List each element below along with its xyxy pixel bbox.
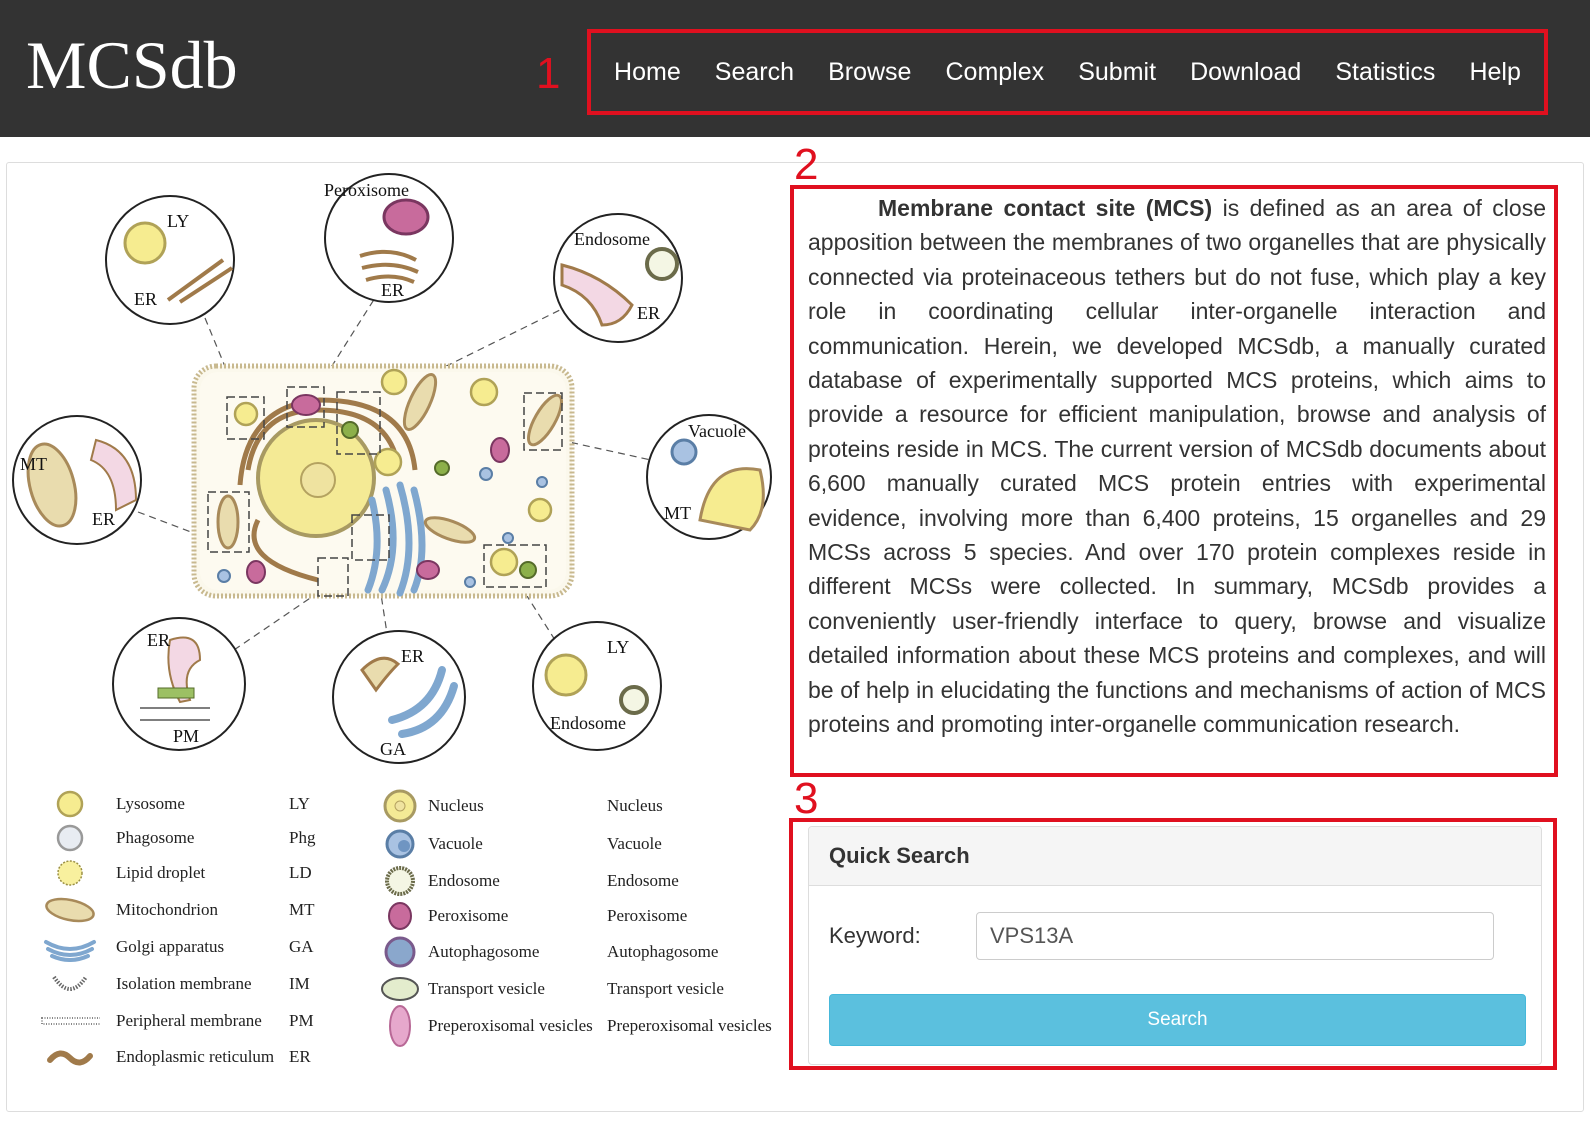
diagram-label-er-en: ER [637, 303, 660, 323]
diagram-label-ga: GA [380, 739, 406, 759]
intro-paragraph: Membrane contact site (MCS) is defined a… [808, 191, 1546, 742]
legend-row: Preperoxisomal vesicles Preperoxisomal v… [370, 1005, 790, 1047]
quick-search-title: Quick Search [809, 827, 1541, 886]
legend-row: Transport vesicle Transport vesicle [370, 972, 790, 1006]
legend-row: Peroxisome Peroxisome [370, 899, 790, 933]
legend-row: Phagosome Phg [30, 821, 360, 855]
site-logo[interactable]: MCSdb [26, 26, 238, 105]
annotation-1: 1 [536, 49, 561, 98]
main-nav: Home Search Browse Complex Submit Downlo… [591, 33, 1544, 111]
preperoxisomal-vesicle-icon [370, 1004, 430, 1048]
transport-vesicle-icon [370, 972, 430, 1006]
legend-row: Vacuole Vacuole [370, 827, 790, 861]
nav-statistics[interactable]: Statistics [1335, 58, 1435, 87]
nav-help[interactable]: Help [1469, 58, 1520, 87]
peroxisome-icon [370, 899, 430, 933]
legend-row: Isolation membrane IM [30, 967, 360, 1001]
legend-row: Nucleus Nucleus [370, 789, 790, 823]
diagram-label-er-px: ER [381, 280, 404, 300]
legend-row: Endoplasmic reticulum ER [30, 1040, 360, 1074]
keyword-label: Keyword: [829, 923, 921, 948]
golgi-icon [40, 930, 100, 964]
quick-search-highlight-box: Quick Search Keyword: Search [789, 818, 1557, 1070]
intro-highlight-box: Membrane contact site (MCS) is defined a… [790, 185, 1558, 777]
mcs-cell-diagram: LY ER Peroxisome ER Endosome ER MT ER Va… [12, 173, 772, 764]
quick-search-panel: Quick Search Keyword: Search [808, 826, 1542, 1065]
diagram-label-endosome-top: Endosome [574, 229, 650, 249]
diagram-label-er-ly: ER [134, 289, 157, 309]
diagram-label-mt-vac: MT [664, 503, 691, 523]
isolation-membrane-icon [40, 967, 100, 1001]
annotation-3: 3 [794, 774, 819, 823]
search-button[interactable]: Search [829, 994, 1526, 1046]
nav-complex[interactable]: Complex [946, 58, 1045, 87]
nav-search[interactable]: Search [715, 58, 794, 87]
diagram-label-mt-left: MT [20, 454, 47, 474]
nav-browse[interactable]: Browse [828, 58, 911, 87]
legend-row: Autophagosome Autophagosome [370, 935, 790, 969]
legend-row: Mitochondrion MT [30, 893, 360, 927]
legend-row: Endosome Endosome [370, 864, 790, 898]
vacuole-icon [370, 827, 430, 861]
diagram-label-endosome-bot: Endosome [550, 713, 626, 733]
phagosome-icon [40, 821, 100, 855]
nav-highlight-box: Home Search Browse Complex Submit Downlo… [587, 29, 1548, 115]
diagram-label-peroxisome: Peroxisome [324, 180, 409, 200]
intro-term: Membrane contact site (MCS) [878, 195, 1213, 221]
diagram-label-ly-top: LY [167, 211, 189, 231]
lipid-droplet-icon [40, 856, 100, 890]
autophagosome-icon [370, 935, 430, 969]
diagram-label-er-pm: ER [147, 630, 170, 650]
nav-home[interactable]: Home [614, 58, 681, 87]
nav-submit[interactable]: Submit [1078, 58, 1156, 87]
diagram-label-vacuole: Vacuole [688, 421, 746, 441]
diagram-label-er-mt: ER [92, 509, 115, 529]
endosome-icon [370, 864, 430, 898]
diagram-label-ly-bot: LY [607, 637, 629, 657]
keyword-input[interactable] [976, 912, 1494, 960]
er-icon [40, 1040, 100, 1074]
annotation-2: 2 [794, 140, 819, 189]
diagram-label-pm: PM [173, 726, 199, 746]
top-navbar: MCSdb 1 Home Search Browse Complex Submi… [0, 0, 1590, 137]
nav-download[interactable]: Download [1190, 58, 1301, 87]
peripheral-membrane-icon [40, 1004, 100, 1038]
mitochondrion-icon [40, 893, 100, 927]
lysosome-icon [40, 787, 100, 821]
legend-row: Lipid droplet LD [30, 856, 360, 890]
intro-text: is defined as an area of close appositio… [808, 195, 1546, 738]
legend-row: Golgi apparatus GA [30, 930, 360, 964]
organelle-legend: Lysosome LY Phagosome Phg Lipid droplet … [30, 782, 790, 1082]
legend-row: Lysosome LY [30, 787, 360, 821]
legend-row: Peripheral membrane PM [30, 1004, 360, 1038]
nucleus-icon [370, 789, 430, 823]
diagram-label-er-ga: ER [401, 646, 424, 666]
